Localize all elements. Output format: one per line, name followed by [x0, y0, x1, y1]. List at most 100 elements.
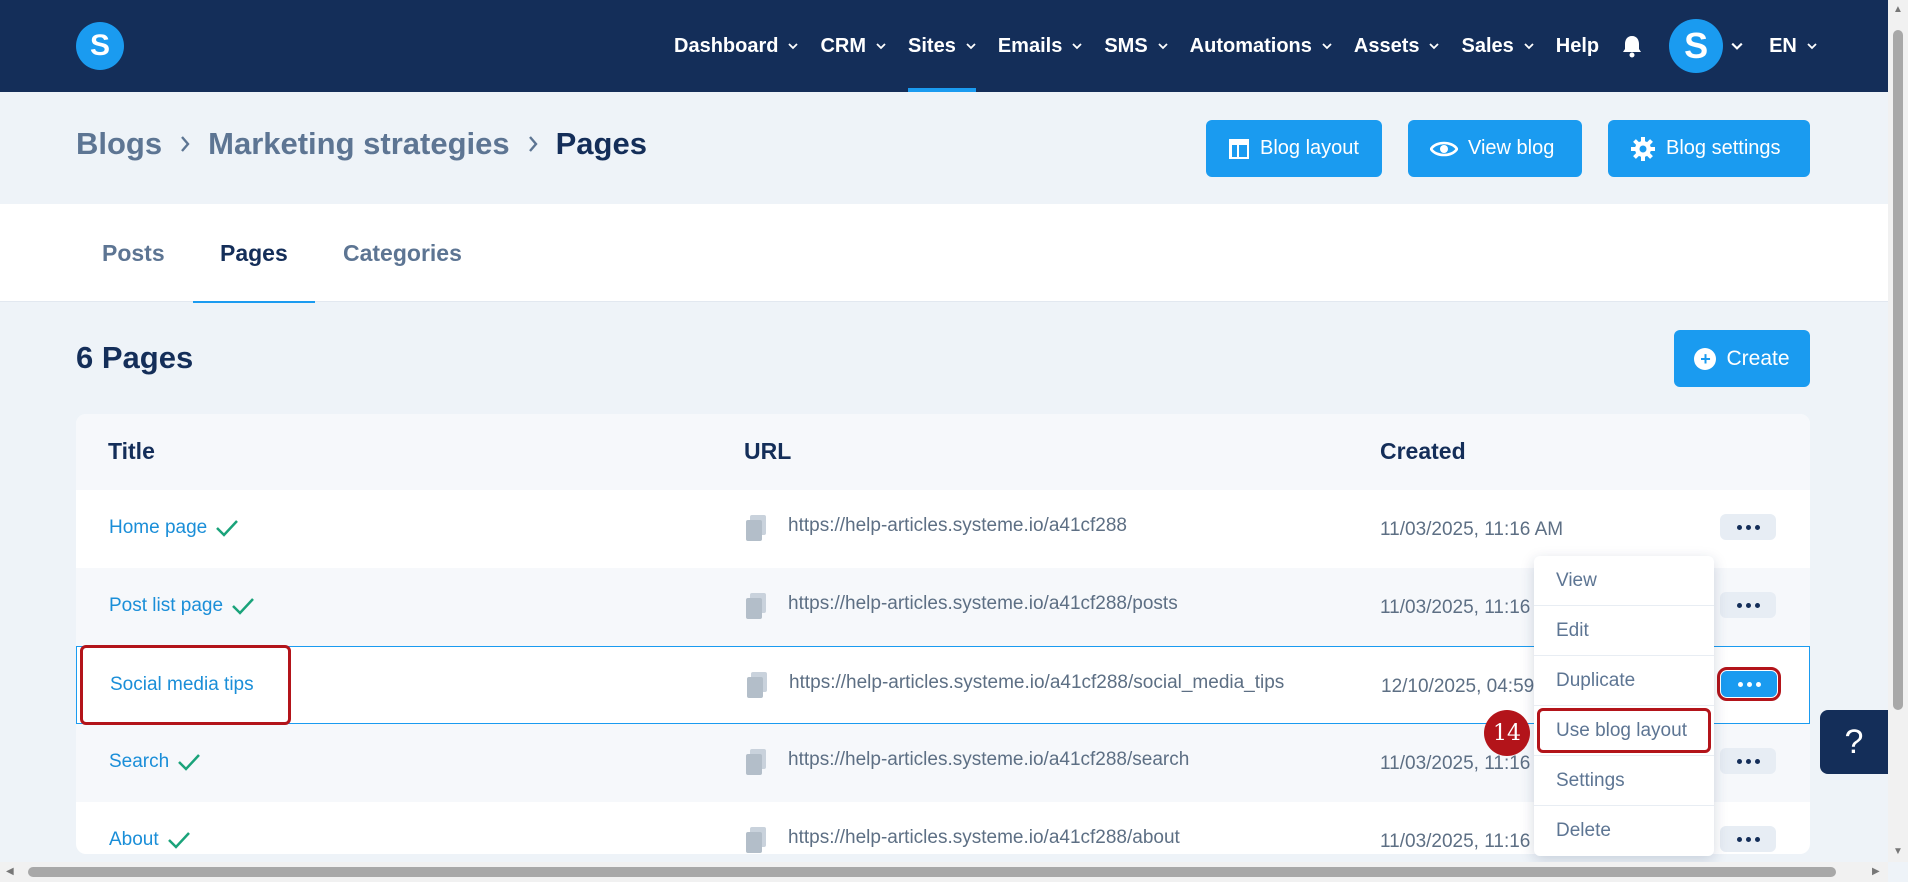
chevron-down-icon — [1158, 43, 1168, 50]
row-title-label: Post list page — [109, 595, 224, 616]
check-icon — [216, 520, 239, 537]
row-actions-button[interactable] — [1720, 514, 1776, 540]
chevron-right-icon — [181, 136, 190, 152]
breadcrumb-blog[interactable]: Marketing strategies — [208, 126, 510, 162]
nav-label: CRM — [820, 34, 867, 57]
plus-icon: + — [1694, 347, 1717, 370]
language-selector[interactable]: EN — [1769, 0, 1817, 92]
tab-posts[interactable]: Posts — [102, 204, 165, 302]
row-created: 11/03/2025, 11:16 A — [1380, 753, 1548, 774]
row-actions-button[interactable] — [1720, 592, 1776, 618]
create-button[interactable]: + Create — [1674, 330, 1810, 387]
horizontal-scrollbar[interactable]: ◀ ▶ — [0, 862, 1888, 882]
nav-label: Automations — [1189, 34, 1312, 57]
row-title[interactable]: Home page — [109, 517, 239, 539]
row-actions-button[interactable] — [1720, 826, 1776, 852]
chevron-down-icon — [1429, 43, 1440, 50]
bell-icon[interactable] — [1621, 34, 1643, 58]
gear-icon — [1631, 136, 1655, 161]
scroll-left-icon[interactable]: ◀ — [6, 866, 14, 877]
menu-item-duplicate[interactable]: Duplicate — [1534, 656, 1714, 706]
tab-pages[interactable]: Pages — [193, 204, 315, 303]
row-url: https://help-articles.systeme.io/a41cf28… — [788, 827, 1180, 848]
breadcrumb-current: Pages — [555, 126, 647, 161]
help-button[interactable]: ? — [1820, 710, 1888, 774]
breadcrumb-blogs[interactable]: Blogs — [76, 126, 162, 162]
menu-item-delete[interactable]: Delete — [1534, 806, 1714, 856]
horizontal-scroll-thumb[interactable] — [28, 867, 1836, 877]
chevron-right-icon — [528, 136, 538, 152]
menu-item-settings[interactable]: Settings — [1534, 756, 1714, 806]
breadcrumb: Blogs Marketing strategies Pages — [76, 126, 647, 162]
row-title[interactable]: Post list page — [109, 595, 255, 617]
scroll-right-icon[interactable]: ▶ — [1872, 866, 1880, 877]
nav-item-sites[interactable]: Sites — [908, 0, 976, 92]
tab-categories[interactable]: Categories — [343, 204, 462, 302]
nav-item-emails[interactable]: Emails — [998, 0, 1082, 92]
copy-icon[interactable] — [744, 514, 768, 542]
column-header-url: URL — [744, 438, 792, 464]
view-blog-button[interactable]: View blog — [1408, 120, 1582, 177]
row-url: https://help-articles.systeme.io/a41cf28… — [788, 749, 1190, 770]
row-url: https://help-articles.systeme.io/a41cf28… — [788, 515, 1128, 536]
nav-item-automations[interactable]: Automations — [1190, 0, 1332, 92]
row-url: https://help-articles.systeme.io/a41cf28… — [788, 593, 1178, 614]
row-actions-button[interactable] — [1717, 667, 1781, 701]
column-header-title: Title — [108, 438, 155, 464]
row-created: 11/03/2025, 11:16 AM — [1380, 519, 1564, 540]
layout-icon — [1229, 138, 1249, 159]
copy-icon[interactable] — [744, 748, 768, 776]
scroll-up-icon[interactable]: ▲ — [1893, 4, 1903, 15]
chevron-down-icon — [876, 43, 886, 50]
nav-label: Sites — [908, 34, 956, 57]
tab-bar: Posts Pages Categories — [0, 204, 1888, 303]
copy-icon[interactable] — [744, 592, 768, 620]
nav-item-sms[interactable]: SMS — [1104, 0, 1168, 92]
row-title[interactable]: Search — [109, 751, 201, 773]
vertical-scroll-thumb[interactable] — [1893, 30, 1903, 710]
row-url: https://help-articles.systeme.io/a41cf28… — [789, 672, 1285, 693]
eye-icon — [1430, 141, 1458, 156]
menu-item-view[interactable]: View — [1534, 556, 1714, 606]
menu-item-edit[interactable]: Edit — [1534, 606, 1714, 656]
check-icon — [167, 832, 190, 849]
nav-item-dashboard[interactable]: Dashboard — [674, 0, 799, 92]
blog-settings-button[interactable]: Blog settings — [1608, 120, 1810, 177]
table-header: Title URL Created — [76, 414, 1810, 490]
create-label: Create — [1726, 346, 1790, 370]
view-blog-label: View blog — [1468, 137, 1555, 159]
blog-layout-button[interactable]: Blog layout — [1206, 120, 1382, 177]
row-title-label: About — [109, 829, 159, 850]
nav-label: Help — [1555, 34, 1600, 57]
main-menu: Dashboard CRM Sites Emails SMS Automatio… — [674, 0, 1839, 92]
row-actions-menu: View Edit Duplicate Use blog layout Sett… — [1534, 556, 1714, 856]
title-highlight-box — [80, 645, 291, 725]
nav-label: Sales — [1461, 34, 1514, 57]
copy-icon[interactable] — [745, 671, 769, 699]
row-actions-button[interactable] — [1720, 748, 1776, 774]
nav-item-sales[interactable]: Sales — [1461, 0, 1534, 92]
nav-item-crm[interactable]: CRM — [820, 0, 886, 92]
blog-settings-label: Blog settings — [1666, 137, 1781, 159]
scroll-down-icon[interactable]: ▼ — [1893, 846, 1903, 857]
chevron-down-icon — [1322, 43, 1332, 50]
row-created: 11/03/2025, 11:16 A — [1380, 597, 1548, 618]
menu-item-use-blog-layout[interactable]: Use blog layout — [1534, 706, 1714, 756]
avatar[interactable]: S — [1669, 19, 1724, 73]
check-icon — [232, 598, 254, 615]
chevron-down-icon — [788, 43, 799, 50]
chevron-down-icon — [1524, 43, 1534, 50]
chevron-down-icon[interactable] — [1731, 40, 1743, 52]
nav-item-help[interactable]: Help — [1556, 0, 1599, 92]
row-created: 12/10/2025, 04:59 — [1381, 676, 1535, 697]
chevron-down-icon — [966, 43, 976, 50]
language-label: EN — [1769, 34, 1797, 57]
row-title[interactable]: About — [109, 829, 191, 851]
vertical-scrollbar[interactable]: ▲ ▼ — [1888, 0, 1908, 862]
check-icon — [178, 754, 201, 771]
row-created: 11/03/2025, 11:16 A — [1380, 831, 1548, 852]
nav-item-assets[interactable]: Assets — [1354, 0, 1440, 92]
app-logo[interactable]: S — [76, 22, 124, 70]
copy-icon[interactable] — [744, 826, 768, 854]
row-title-label: Home page — [109, 517, 208, 538]
